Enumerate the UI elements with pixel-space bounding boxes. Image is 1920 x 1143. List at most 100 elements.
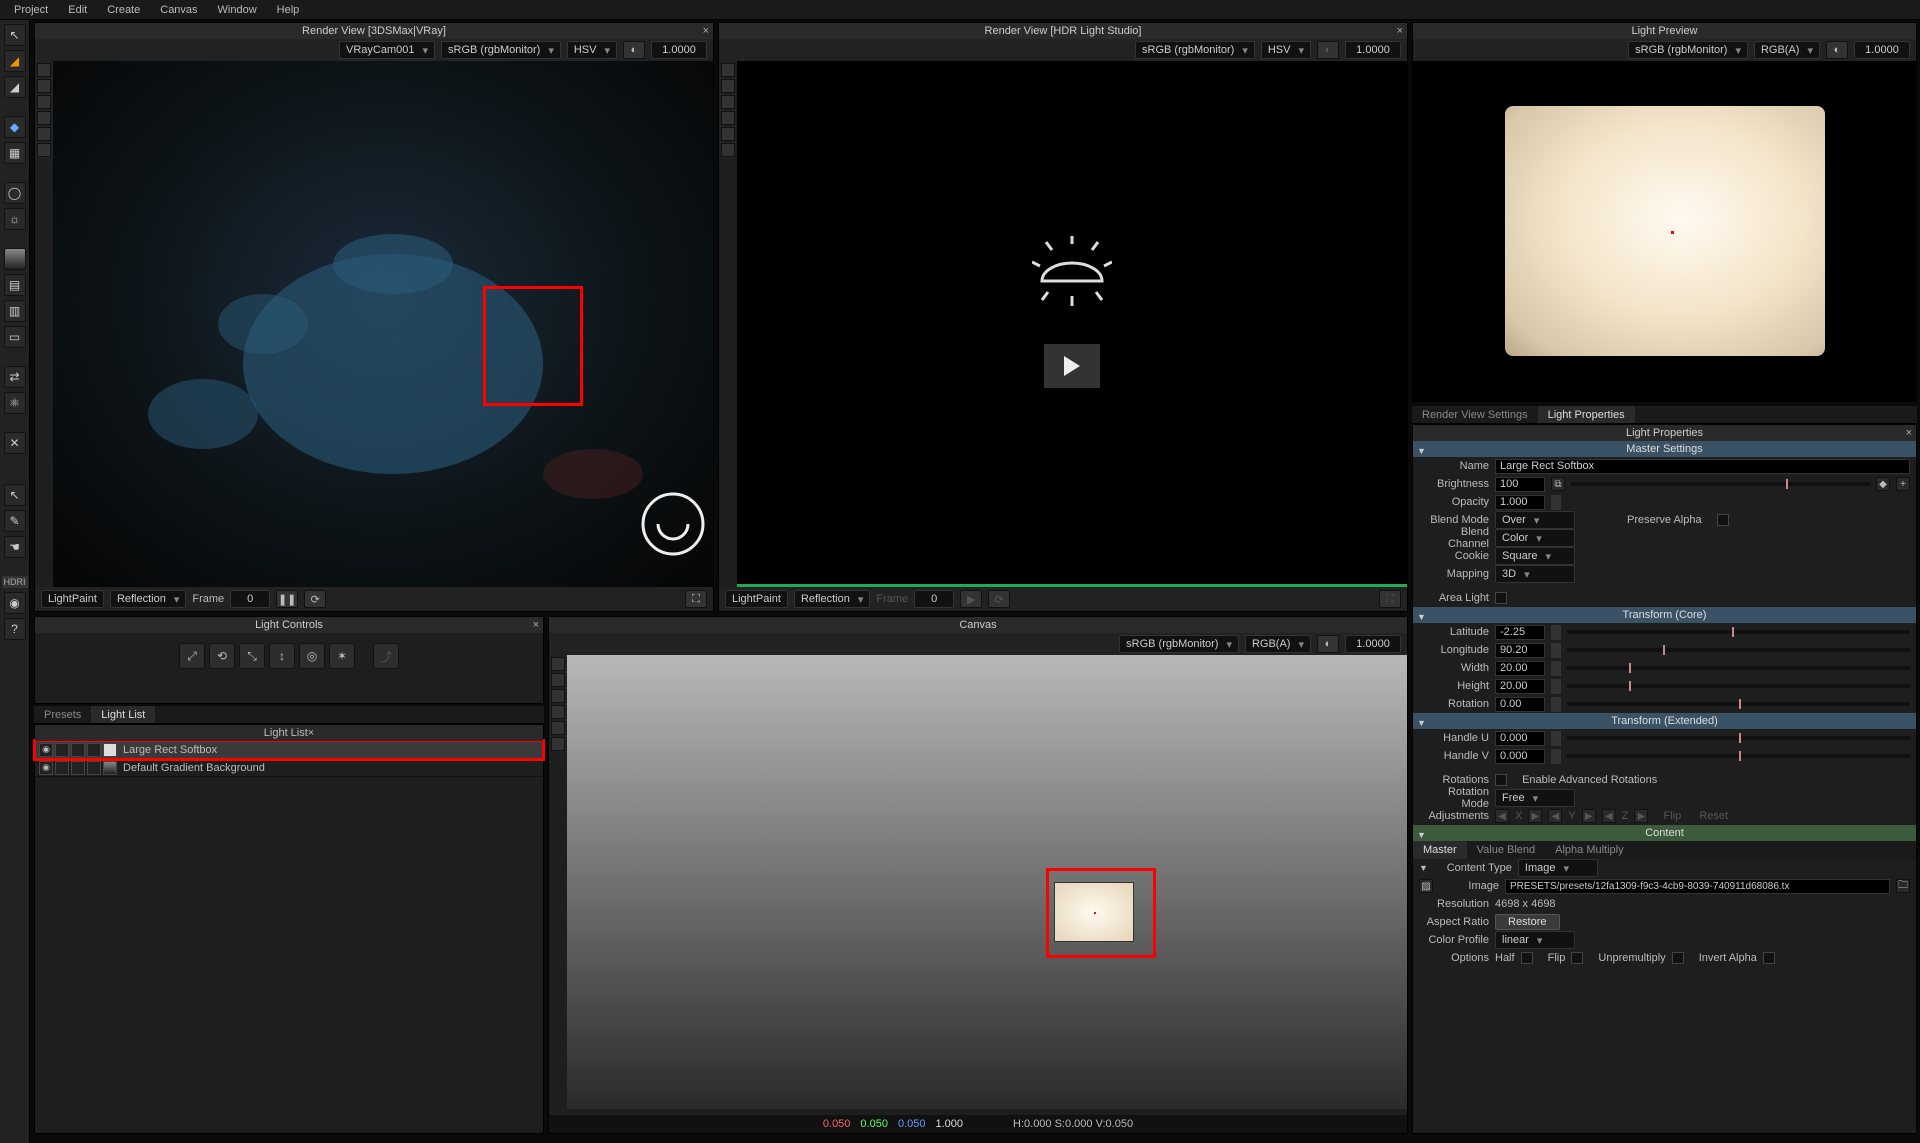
image-path-input[interactable]: PRESETS/presets/12fa1309-f9c3-4cb9-8039-…: [1505, 879, 1890, 894]
bars-icon[interactable]: ▤: [4, 274, 26, 296]
swap-icon[interactable]: ⇄: [4, 366, 26, 388]
cam-icon[interactable]: [721, 143, 735, 157]
refresh-icon[interactable]: ⟳: [304, 590, 326, 608]
help-icon[interactable]: ?: [4, 618, 26, 640]
height-input[interactable]: 20.00: [1495, 679, 1545, 694]
fit-icon[interactable]: [551, 721, 565, 735]
hdri-badge[interactable]: HDRI: [2, 576, 28, 588]
section-master-settings[interactable]: ▼Master Settings: [1413, 441, 1916, 457]
target-select[interactable]: Reflection: [110, 590, 186, 608]
section-transform-extended[interactable]: ▼Transform (Extended): [1413, 713, 1916, 729]
rotation-input[interactable]: 0.00: [1495, 697, 1545, 712]
menu-edit[interactable]: Edit: [58, 4, 97, 16]
twisty-icon[interactable]: ▼: [1417, 827, 1426, 843]
menu-window[interactable]: Window: [208, 4, 267, 16]
atom-icon[interactable]: ⚛: [4, 392, 26, 414]
render-viewport[interactable]: [53, 61, 713, 587]
longitude-slider[interactable]: [1567, 648, 1910, 652]
light-name[interactable]: Large Rect Softbox: [119, 744, 539, 756]
light-preview-viewport[interactable]: [1413, 61, 1916, 401]
colormodel-select[interactable]: HSV: [567, 41, 617, 59]
mapping-select[interactable]: 3D: [1495, 565, 1575, 583]
enable-rotations-checkbox[interactable]: [1495, 774, 1507, 786]
render-icon[interactable]: [87, 761, 101, 775]
move-icon[interactable]: [551, 673, 565, 687]
camera-select[interactable]: VRayCam001: [339, 41, 435, 59]
cookie-select[interactable]: Square: [1495, 547, 1575, 565]
brush-icon[interactable]: [551, 657, 565, 671]
brush-gray-icon[interactable]: ◢: [4, 76, 26, 98]
unpremult-checkbox[interactable]: [1672, 952, 1684, 964]
close-icon[interactable]: ×: [308, 727, 314, 739]
handlev-slider[interactable]: [1567, 754, 1910, 758]
cursor-icon[interactable]: ↖: [4, 24, 26, 46]
spinner[interactable]: [1551, 643, 1561, 658]
hand-icon[interactable]: [721, 95, 735, 109]
thumb-icon[interactable]: ▨: [1419, 879, 1433, 893]
menu-project[interactable]: Project: [4, 4, 58, 16]
pause-icon[interactable]: ❚❚: [276, 590, 298, 608]
arealight-checkbox[interactable]: [1495, 592, 1507, 604]
fit-icon[interactable]: [721, 127, 735, 141]
rect-icon[interactable]: ▭: [4, 326, 26, 348]
twisty-icon[interactable]: ▼: [1419, 863, 1428, 873]
spinner[interactable]: [1551, 697, 1561, 712]
light-swatch[interactable]: [103, 743, 117, 757]
longitude-input[interactable]: 90.20: [1495, 643, 1545, 658]
canvas-viewport[interactable]: [567, 655, 1407, 1109]
close-icon[interactable]: ×: [533, 617, 539, 633]
frame-input[interactable]: 0: [230, 590, 270, 608]
render-icon[interactable]: [87, 743, 101, 757]
menu-help[interactable]: Help: [267, 4, 310, 16]
preserve-alpha-checkbox[interactable]: [1717, 514, 1729, 526]
color-profile-select[interactable]: linear: [1495, 931, 1575, 949]
section-transform-core[interactable]: ▼Transform (Core): [1413, 607, 1916, 623]
colorspace-select[interactable]: sRGB (rgbMonitor): [1628, 41, 1748, 59]
hand-icon[interactable]: [37, 95, 51, 109]
lock-icon[interactable]: [71, 761, 85, 775]
light-list-row[interactable]: ◉ Large Rect Softbox: [35, 741, 543, 759]
spinner[interactable]: [1551, 495, 1561, 510]
section-content[interactable]: ▼Content: [1413, 825, 1916, 841]
menu-create[interactable]: Create: [97, 4, 150, 16]
spinner[interactable]: [1551, 661, 1561, 676]
spinner[interactable]: [1551, 731, 1561, 746]
expand-icon[interactable]: ⛶: [685, 590, 707, 608]
spinner[interactable]: [1551, 749, 1561, 764]
sun-icon[interactable]: ☼: [4, 208, 26, 230]
width-input[interactable]: 20.00: [1495, 661, 1545, 676]
colorspace-select[interactable]: sRGB (rgbMonitor): [441, 41, 561, 59]
sphere-icon[interactable]: ◯: [4, 182, 26, 204]
light-list-row[interactable]: ◉ Default Gradient Background: [35, 759, 543, 777]
gradient-icon[interactable]: [4, 248, 26, 270]
height-slider[interactable]: [1567, 684, 1910, 688]
twisty-icon[interactable]: ▼: [1417, 443, 1426, 459]
tab-presets[interactable]: Presets: [34, 706, 91, 723]
tab-alpha-multiply[interactable]: Alpha Multiply: [1545, 841, 1633, 859]
blendmode-select[interactable]: Over: [1495, 511, 1575, 529]
zoom-icon[interactable]: [551, 705, 565, 719]
close-icon[interactable]: ×: [703, 23, 709, 39]
solo-icon[interactable]: [55, 761, 69, 775]
width-slider[interactable]: [1567, 666, 1910, 670]
exposure-value[interactable]: 1.0000: [1854, 41, 1910, 59]
colorspace-select[interactable]: sRGB (rgbMonitor): [1119, 635, 1239, 653]
restore-button[interactable]: Restore: [1495, 914, 1560, 930]
handleu-input[interactable]: 0.000: [1495, 731, 1545, 746]
brush-icon[interactable]: [37, 63, 51, 77]
content-type-select[interactable]: Image: [1518, 859, 1598, 877]
cam-icon[interactable]: [37, 143, 51, 157]
half-checkbox[interactable]: [1521, 952, 1533, 964]
latitude-slider[interactable]: [1567, 630, 1910, 634]
light-name[interactable]: Default Gradient Background: [119, 762, 539, 774]
twisty-icon[interactable]: ▼: [1417, 609, 1426, 625]
render-viewport[interactable]: [737, 61, 1407, 587]
crop-icon[interactable]: [551, 737, 565, 751]
blendchannel-select[interactable]: Color: [1495, 529, 1575, 547]
tab-value-blend[interactable]: Value Blend: [1467, 841, 1546, 859]
visibility-icon[interactable]: ◉: [39, 743, 53, 757]
tab-master[interactable]: Master: [1413, 841, 1467, 859]
zoom-icon[interactable]: [721, 111, 735, 125]
bars2-icon[interactable]: ▥: [4, 300, 26, 322]
folder-icon[interactable]: 🗀: [1896, 879, 1910, 893]
